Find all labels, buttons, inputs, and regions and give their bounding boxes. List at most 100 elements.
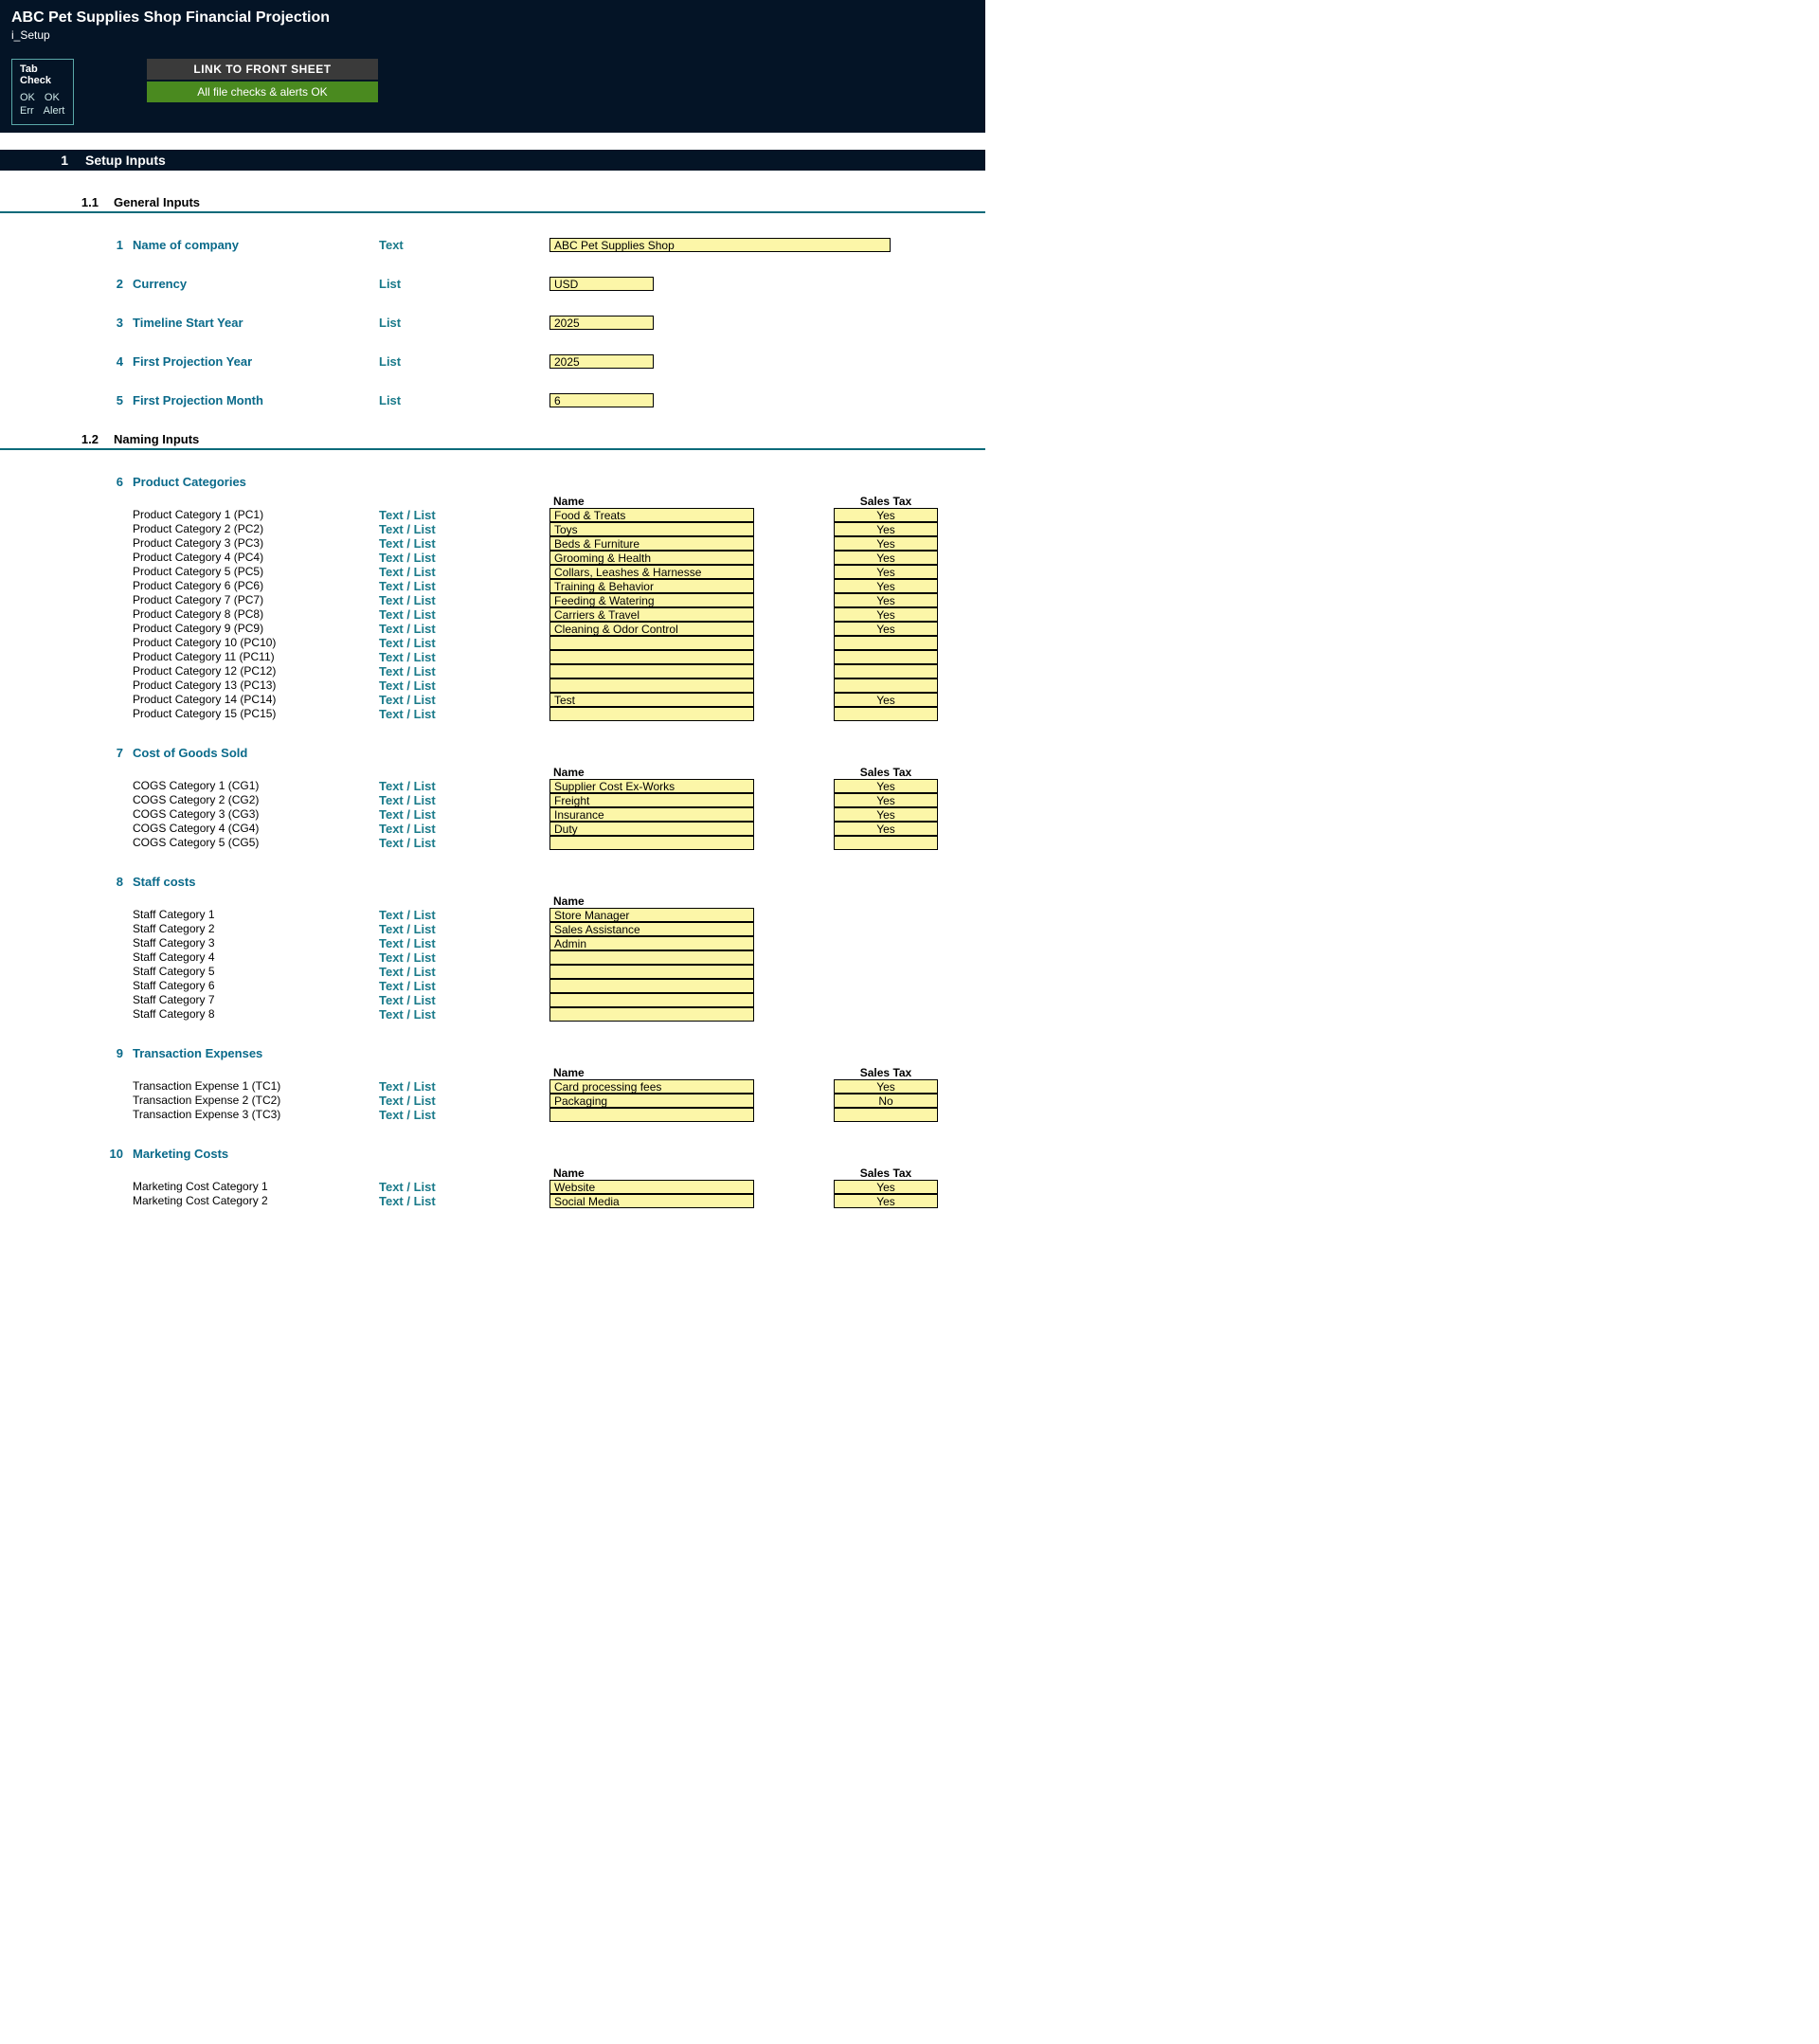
sales-tax-input[interactable]: Yes: [834, 622, 938, 636]
name-input[interactable]: [549, 993, 754, 1007]
alerts-ok-button[interactable]: All file checks & alerts OK: [147, 81, 378, 102]
name-input[interactable]: Supplier Cost Ex-Works: [549, 779, 754, 793]
name-input[interactable]: [549, 678, 754, 693]
sales-tax-input[interactable]: [834, 664, 938, 678]
name-input[interactable]: Test: [549, 693, 754, 707]
item-label: COGS Category 2 (CG2): [133, 793, 379, 807]
name-input[interactable]: [549, 1007, 754, 1022]
sales-tax-input[interactable]: Yes: [834, 551, 938, 565]
sales-tax-input[interactable]: Yes: [834, 1180, 938, 1194]
name-input[interactable]: [549, 707, 754, 721]
group-index: 6: [0, 475, 133, 489]
name-input[interactable]: [549, 950, 754, 965]
name-input[interactable]: Collars, Leashes & Harnesse: [549, 565, 754, 579]
sales-tax-input[interactable]: [834, 1108, 938, 1122]
list-item: Product Category 1 (PC1)Text / ListFood …: [0, 508, 985, 522]
tab-check-alert: Alert: [44, 105, 65, 117]
name-input[interactable]: [549, 650, 754, 664]
row-type: Text: [379, 238, 521, 252]
subsection-1-2: 1.2 Naming Inputs: [0, 426, 985, 450]
sales-tax-input[interactable]: Yes: [834, 607, 938, 622]
sales-tax-input[interactable]: [834, 636, 938, 650]
sales-tax-input[interactable]: Yes: [834, 807, 938, 822]
name-input[interactable]: Card processing fees: [549, 1079, 754, 1094]
list-item: Transaction Expense 1 (TC1)Text / ListCa…: [0, 1079, 985, 1094]
doc-title: ABC Pet Supplies Shop Financial Projecti…: [11, 9, 974, 27]
name-input[interactable]: Carriers & Travel: [549, 607, 754, 622]
input-cell[interactable]: 2025: [549, 316, 654, 330]
name-input[interactable]: Food & Treats: [549, 508, 754, 522]
sales-tax-input[interactable]: Yes: [834, 1079, 938, 1094]
sales-tax-input[interactable]: Yes: [834, 1194, 938, 1208]
name-input[interactable]: Admin: [549, 936, 754, 950]
item-label: Product Category 1 (PC1): [133, 508, 379, 522]
sales-tax-input[interactable]: Yes: [834, 522, 938, 536]
row-type: List: [379, 316, 521, 330]
name-input[interactable]: [549, 664, 754, 678]
sales-tax-input[interactable]: [834, 707, 938, 721]
sales-tax-input[interactable]: Yes: [834, 793, 938, 807]
sales-tax-input[interactable]: Yes: [834, 579, 938, 593]
name-input[interactable]: Duty: [549, 822, 754, 836]
input-cell[interactable]: 6: [549, 393, 654, 407]
general-input-row: 2CurrencyListUSD: [0, 277, 985, 291]
sales-tax-input[interactable]: No: [834, 1094, 938, 1108]
name-input[interactable]: Cleaning & Odor Control: [549, 622, 754, 636]
sales-tax-input[interactable]: Yes: [834, 565, 938, 579]
input-cell[interactable]: 2025: [549, 354, 654, 369]
name-input[interactable]: Store Manager: [549, 908, 754, 922]
row-index: 3: [0, 316, 133, 330]
list-item: Marketing Cost Category 1Text / ListWebs…: [0, 1180, 985, 1194]
name-input[interactable]: Grooming & Health: [549, 551, 754, 565]
col-header-name: Name: [549, 495, 796, 508]
sales-tax-input[interactable]: Yes: [834, 693, 938, 707]
col-header-name: Name: [549, 1167, 796, 1180]
item-type: Text / List: [379, 779, 521, 793]
name-input[interactable]: Insurance: [549, 807, 754, 822]
item-label: Staff Category 5: [133, 965, 379, 979]
item-label: Product Category 8 (PC8): [133, 607, 379, 622]
sales-tax-input[interactable]: [834, 678, 938, 693]
sales-tax-input[interactable]: Yes: [834, 822, 938, 836]
sales-tax-input[interactable]: [834, 650, 938, 664]
name-input[interactable]: Freight: [549, 793, 754, 807]
name-input[interactable]: Website: [549, 1180, 754, 1194]
name-input[interactable]: Toys: [549, 522, 754, 536]
link-to-front-sheet-button[interactable]: LINK TO FRONT SHEET: [147, 59, 378, 80]
list-item: Staff Category 6Text / List: [0, 979, 985, 993]
name-input[interactable]: Training & Behavior: [549, 579, 754, 593]
list-item: Staff Category 4Text / List: [0, 950, 985, 965]
sales-tax-input[interactable]: Yes: [834, 779, 938, 793]
tab-check-title: Tab Check: [20, 63, 65, 86]
sales-tax-input[interactable]: [834, 836, 938, 850]
name-input[interactable]: Packaging: [549, 1094, 754, 1108]
item-type: Text / List: [379, 793, 521, 807]
general-input-row: 5First Projection MonthList6: [0, 393, 985, 407]
sales-tax-input[interactable]: Yes: [834, 508, 938, 522]
name-input[interactable]: Sales Assistance: [549, 922, 754, 936]
item-label: COGS Category 3 (CG3): [133, 807, 379, 822]
item-type: Text / List: [379, 650, 521, 664]
item-label: Staff Category 7: [133, 993, 379, 1007]
name-input[interactable]: Social Media: [549, 1194, 754, 1208]
name-input[interactable]: [549, 979, 754, 993]
item-label: Staff Category 4: [133, 950, 379, 965]
input-cell[interactable]: ABC Pet Supplies Shop: [549, 238, 891, 252]
list-item: Staff Category 5Text / List: [0, 965, 985, 979]
list-item: Staff Category 2Text / ListSales Assista…: [0, 922, 985, 936]
name-input[interactable]: [549, 836, 754, 850]
row-label: Timeline Start Year: [133, 316, 379, 330]
tab-check-box: Tab Check OK OK Err Alert: [11, 59, 74, 125]
name-input[interactable]: Beds & Furniture: [549, 536, 754, 551]
name-input[interactable]: [549, 965, 754, 979]
sales-tax-input[interactable]: Yes: [834, 593, 938, 607]
doc-subtitle: i_Setup: [11, 28, 974, 42]
name-input[interactable]: [549, 1108, 754, 1122]
group-title-row: 8Staff costs: [0, 875, 985, 889]
item-label: Marketing Cost Category 1: [133, 1180, 379, 1194]
sales-tax-input[interactable]: Yes: [834, 536, 938, 551]
group-index: 10: [0, 1147, 133, 1161]
name-input[interactable]: Feeding & Watering: [549, 593, 754, 607]
input-cell[interactable]: USD: [549, 277, 654, 291]
name-input[interactable]: [549, 636, 754, 650]
